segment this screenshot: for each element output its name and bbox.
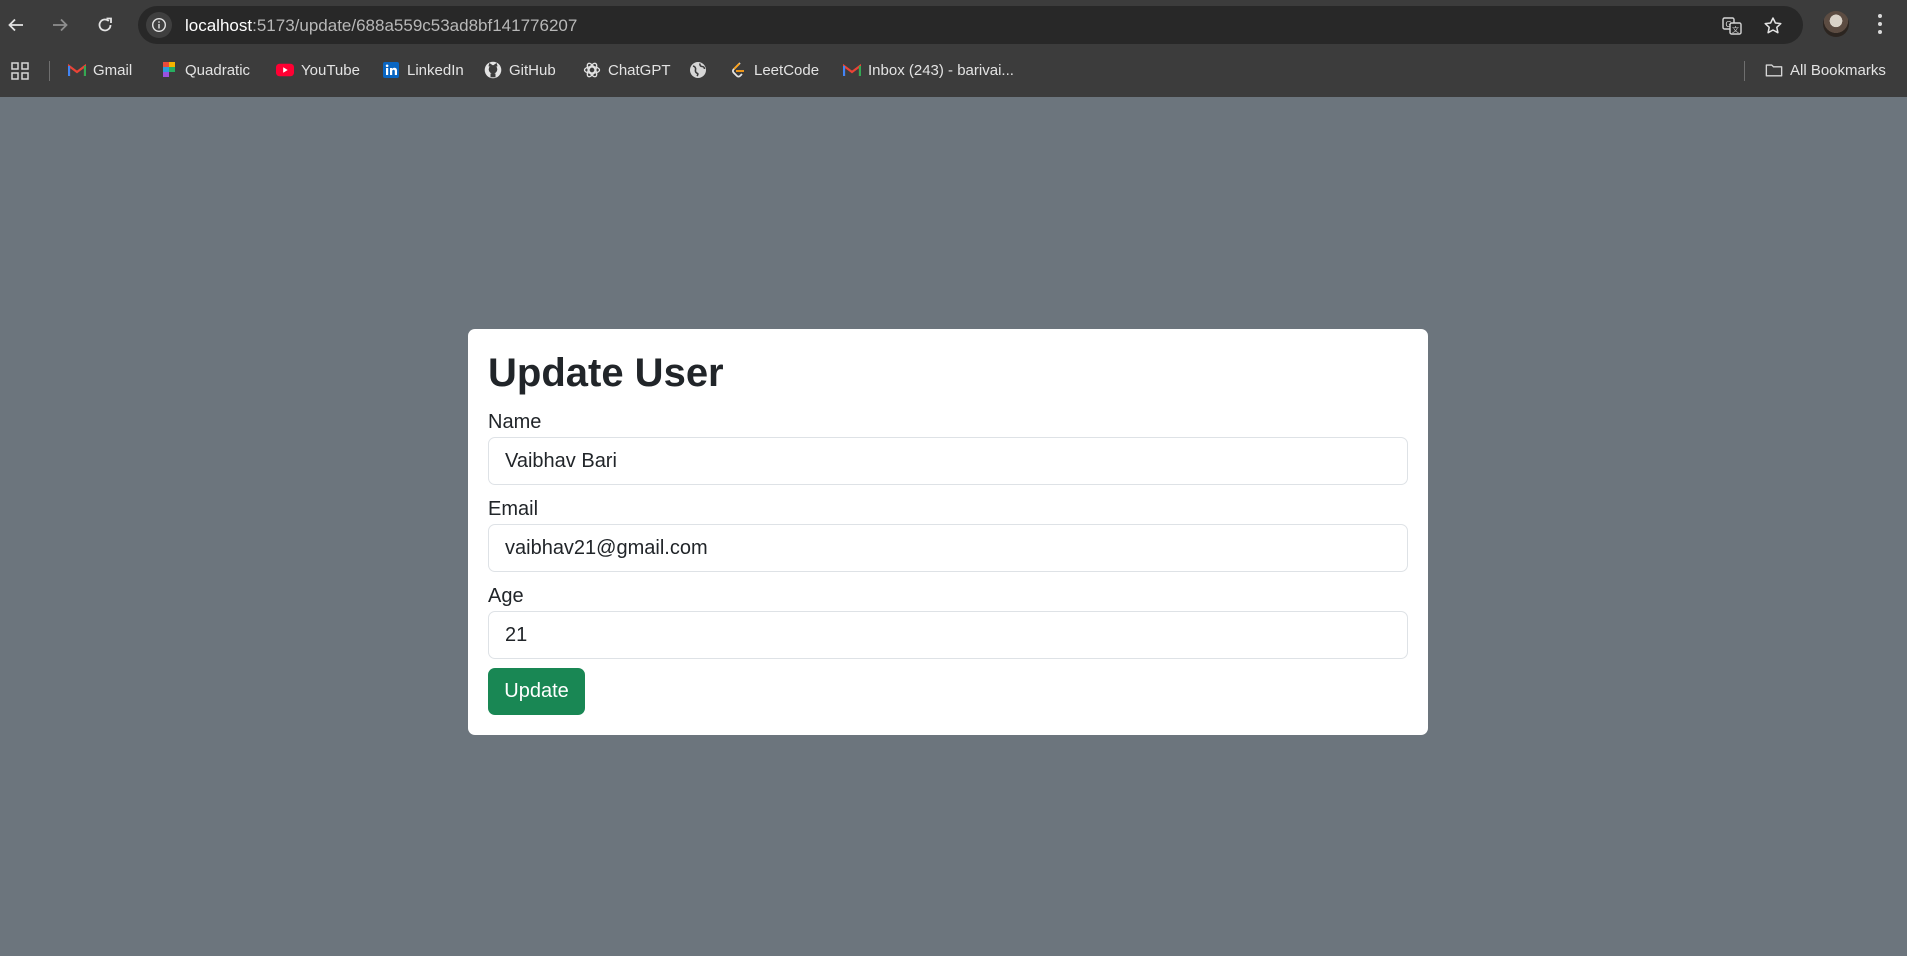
- bookmarks-bar: Gmail Quadratic YouTube LinkedIn GitHub …: [0, 55, 1907, 85]
- bookmark-label: Gmail: [93, 61, 133, 79]
- folder-icon: [1765, 61, 1783, 79]
- reload-icon: [98, 17, 112, 32]
- back-arrow-icon: [8, 18, 23, 32]
- name-input[interactable]: [488, 437, 1408, 485]
- linkedin-icon: [382, 61, 400, 79]
- leetcode-icon: [729, 61, 747, 79]
- bookmark-label: LeetCode: [754, 61, 820, 79]
- github-icon: [484, 61, 502, 79]
- bookmark-youtube[interactable]: YouTube: [276, 58, 360, 82]
- all-bookmarks-button[interactable]: All Bookmarks: [1765, 58, 1886, 82]
- svg-text:文: 文: [1732, 25, 1739, 34]
- address-bar[interactable]: localhost:5173/update/688a559c53ad8bf141…: [138, 6, 1803, 44]
- url-path: :5173/update/688a559c53ad8bf141776207: [252, 16, 578, 35]
- browser-menu-button[interactable]: [1870, 11, 1890, 37]
- email-input[interactable]: [488, 524, 1408, 572]
- update-button[interactable]: Update: [488, 668, 585, 715]
- bookmark-quadratic[interactable]: Quadratic: [160, 58, 250, 82]
- update-user-card: Update User Name Email Age Update: [468, 329, 1428, 735]
- browser-chrome: localhost:5173/update/688a559c53ad8bf141…: [0, 0, 1907, 97]
- bookmark-globe[interactable]: [689, 58, 707, 82]
- quadratic-icon: [160, 61, 178, 79]
- bookmark-label: GitHub: [509, 61, 556, 79]
- bookmark-github[interactable]: GitHub: [484, 58, 556, 82]
- bookmarks-divider: [1744, 61, 1745, 81]
- url-host: localhost: [185, 16, 253, 35]
- bookmark-label: ChatGPT: [608, 61, 671, 79]
- reload-button[interactable]: [89, 9, 121, 41]
- back-button[interactable]: [0, 9, 32, 41]
- bookmark-label: LinkedIn: [407, 61, 464, 79]
- bookmark-label: YouTube: [301, 61, 360, 79]
- name-label: Name: [488, 411, 542, 433]
- gmail-icon: [843, 61, 861, 79]
- forward-arrow-icon: [53, 18, 68, 32]
- globe-icon: [689, 61, 707, 79]
- bookmark-star-icon[interactable]: [1762, 15, 1784, 37]
- page-title: Update User: [488, 351, 724, 395]
- bookmark-gmail[interactable]: Gmail: [68, 58, 132, 82]
- bookmark-leetcode[interactable]: LeetCode: [729, 58, 819, 82]
- browser-toolbar: localhost:5173/update/688a559c53ad8bf141…: [0, 0, 1907, 50]
- bookmark-chatgpt[interactable]: ChatGPT: [583, 58, 671, 82]
- bookmark-inbox[interactable]: Inbox (243) - barivai...: [843, 58, 1014, 82]
- gmail-icon: [68, 61, 86, 79]
- translate-icon[interactable]: G文: [1721, 15, 1743, 37]
- age-input[interactable]: [488, 611, 1408, 659]
- forward-button[interactable]: [44, 9, 76, 41]
- youtube-icon: [276, 61, 294, 79]
- chatgpt-icon: [583, 61, 601, 79]
- all-bookmarks-label: All Bookmarks: [1790, 61, 1886, 79]
- url-text[interactable]: localhost:5173/update/688a559c53ad8bf141…: [185, 16, 577, 36]
- apps-grid-icon[interactable]: [10, 61, 30, 81]
- age-label: Age: [488, 585, 524, 607]
- bookmarks-divider: [49, 61, 50, 81]
- bookmark-label: Inbox (243) - barivai...: [868, 61, 1014, 79]
- bookmark-linkedin[interactable]: LinkedIn: [382, 58, 464, 82]
- profile-avatar[interactable]: [1823, 11, 1849, 37]
- bookmark-label: Quadratic: [185, 61, 251, 79]
- email-label: Email: [488, 498, 539, 520]
- site-info-icon[interactable]: [146, 12, 172, 38]
